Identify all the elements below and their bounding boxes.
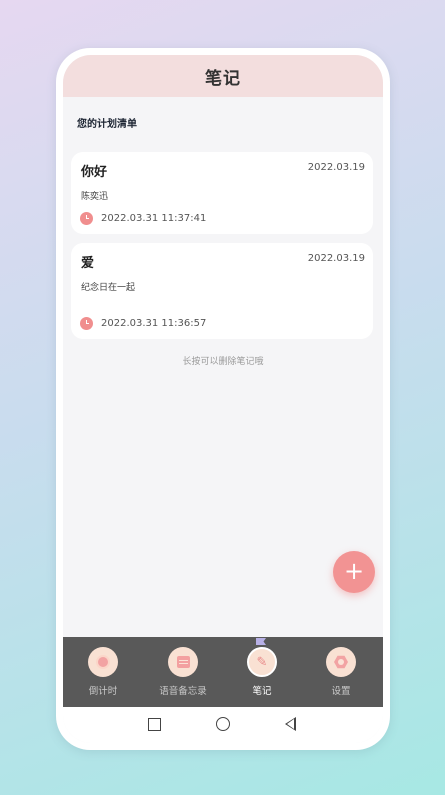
note-timestamp: 2022.03.31 11:37:41 [80, 212, 206, 225]
tab-settings[interactable]: 设置 [306, 647, 376, 697]
note-card[interactable]: 你好 2022.03.19 陈奕迅 2022.03.31 11:37:41 [71, 152, 373, 234]
gear-icon [326, 647, 356, 677]
note-timestamp: 2022.03.31 11:36:57 [80, 317, 206, 330]
phone-frame: 笔记 您的计划清单 你好 2022.03.19 陈奕迅 2022.03.31 1… [56, 48, 390, 750]
note-body: 陈奕迅 [81, 192, 109, 202]
add-note-button[interactable]: + [333, 551, 375, 593]
flag-icon [256, 638, 266, 645]
clock-icon [80, 317, 93, 330]
app-header: 笔记 [63, 55, 383, 97]
bottom-tab-bar: 倒计时 语音备忘录 ✎ 笔记 设置 [63, 637, 383, 707]
system-nav-bar [63, 707, 383, 743]
pen-icon: ✎ [247, 647, 277, 677]
delete-hint: 长按可以删除笔记哦 [182, 357, 264, 367]
section-title: 您的计划清单 [77, 119, 137, 130]
tab-voice-memo[interactable]: 语音备忘录 [148, 647, 218, 697]
home-button[interactable] [216, 717, 230, 731]
note-card[interactable]: 爱 2022.03.19 纪念日在一起 2022.03.31 11:36:57 [71, 243, 373, 339]
note-date: 2022.03.19 [307, 162, 365, 173]
app-screen: 笔记 您的计划清单 你好 2022.03.19 陈奕迅 2022.03.31 1… [63, 55, 383, 743]
tab-label: 笔记 [252, 686, 272, 697]
tab-countdown[interactable]: 倒计时 [68, 647, 138, 697]
back-button[interactable] [285, 717, 296, 731]
recents-button[interactable] [148, 718, 161, 731]
note-title: 你好 [81, 165, 108, 180]
tab-label: 语音备忘录 [159, 686, 207, 697]
tab-label: 设置 [331, 686, 351, 697]
note-date: 2022.03.19 [307, 253, 365, 264]
clock-icon [80, 212, 93, 225]
timer-icon [88, 647, 118, 677]
note-time: 2022.03.31 11:37:41 [101, 213, 207, 224]
page-title: 笔记 [205, 68, 241, 89]
note-time: 2022.03.31 11:36:57 [101, 318, 207, 329]
note-body: 纪念日在一起 [81, 283, 136, 293]
tab-label: 倒计时 [88, 686, 118, 697]
note-title: 爱 [81, 256, 95, 271]
calendar-icon [168, 647, 198, 677]
tab-notes[interactable]: ✎ 笔记 [227, 638, 297, 697]
